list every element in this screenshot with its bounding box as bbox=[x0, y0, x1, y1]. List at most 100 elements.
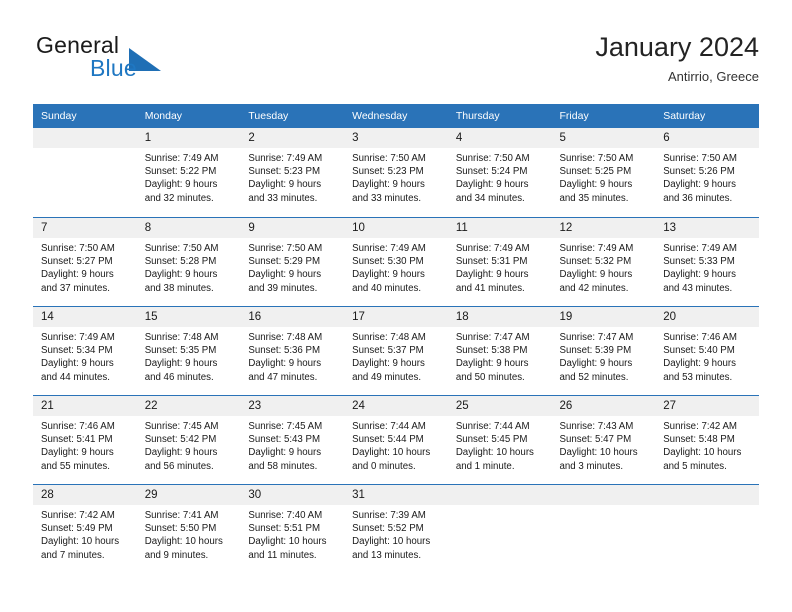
daylight-text-line2: and 46 minutes. bbox=[144, 371, 214, 383]
calendar-body: 1 Sunrise: 7:49 AM Sunset: 5:22 PM Daylight… bbox=[33, 128, 759, 573]
calendar-day[interactable]: 9 Sunrise: 7:50 AM Sunset: 5:29 PM Daylight… bbox=[240, 217, 345, 306]
calendar-day-cell[interactable]: 7 Sunrise: 7:50 AM Sunset: 5:27 PM Daylight… bbox=[33, 217, 137, 306]
daylight-text-line2: and 58 minutes. bbox=[248, 460, 318, 472]
calendar-day[interactable]: 17 Sunrise: 7:48 AM Sunset: 5:37 PM Dayligh… bbox=[344, 306, 448, 395]
calendar-day[interactable]: 3 Sunrise: 7:50 AM Sunset: 5:23 PM Daylight… bbox=[344, 128, 448, 217]
daylight-text-line1: Daylight: 10 hours bbox=[352, 536, 431, 548]
calendar-day[interactable]: 22 Sunrise: 7:45 AM Sunset: 5:42 PM Dayligh… bbox=[136, 395, 241, 484]
calendar-day-cell[interactable]: 26 Sunrise: 7:43 AM Sunset: 5:47 PM Dayligh… bbox=[551, 395, 656, 484]
calendar-day-cell[interactable]: 16 Sunrise: 7:48 AM Sunset: 5:36 PM Dayligh… bbox=[240, 306, 345, 395]
day-sun-info: Sunrise: 7:49 AM Sunset: 5:34 PM Daylight:… bbox=[33, 327, 137, 384]
daylight-text-line1: Daylight: 9 hours bbox=[455, 358, 529, 370]
sunrise-text: Sunrise: 7:44 AM bbox=[352, 421, 426, 432]
day-number: 5 bbox=[551, 128, 656, 148]
calendar-day[interactable]: 28 Sunrise: 7:42 AM Sunset: 5:49 PM Dayligh… bbox=[33, 484, 137, 573]
calendar-day[interactable]: 8 Sunrise: 7:50 AM Sunset: 5:28 PM Daylight… bbox=[136, 217, 241, 306]
calendar-day-cell[interactable]: 5 Sunrise: 7:50 AM Sunset: 5:25 PM Daylight… bbox=[551, 128, 656, 217]
calendar-day[interactable]: 13 Sunrise: 7:49 AM Sunset: 5:33 PM Dayligh… bbox=[655, 217, 759, 306]
calendar-day-cell[interactable]: 23 Sunrise: 7:45 AM Sunset: 5:43 PM Dayligh… bbox=[240, 395, 345, 484]
daylight-text-line2: and 50 minutes. bbox=[455, 371, 525, 383]
calendar-day-cell[interactable] bbox=[551, 484, 656, 573]
daylight-text-line2: and 7 minutes. bbox=[41, 549, 105, 561]
day-number bbox=[447, 485, 552, 505]
calendar-day-cell[interactable] bbox=[447, 484, 552, 573]
calendar-day[interactable]: 20 Sunrise: 7:46 AM Sunset: 5:40 PM Dayligh… bbox=[655, 306, 759, 395]
day-sun-info: Sunrise: 7:50 AM Sunset: 5:25 PM Daylight:… bbox=[552, 148, 656, 205]
calendar-day-cell[interactable]: 18 Sunrise: 7:47 AM Sunset: 5:38 PM Dayligh… bbox=[447, 306, 552, 395]
daylight-text-line2: and 33 minutes. bbox=[352, 192, 422, 204]
calendar-day-cell[interactable]: 8 Sunrise: 7:50 AM Sunset: 5:28 PM Daylight… bbox=[136, 217, 241, 306]
calendar-day[interactable]: 14 Sunrise: 7:49 AM Sunset: 5:34 PM Dayligh… bbox=[33, 306, 137, 395]
calendar-day[interactable]: 25 Sunrise: 7:44 AM Sunset: 5:45 PM Dayligh… bbox=[447, 395, 552, 484]
calendar-day-cell[interactable]: 22 Sunrise: 7:45 AM Sunset: 5:42 PM Dayligh… bbox=[136, 395, 241, 484]
daylight-text-line1: Daylight: 9 hours bbox=[144, 269, 218, 281]
calendar-day-cell[interactable]: 31 Sunrise: 7:39 AM Sunset: 5:52 PM Dayligh… bbox=[344, 484, 448, 573]
calendar-day[interactable]: 4 Sunrise: 7:50 AM Sunset: 5:24 PM Daylight… bbox=[447, 128, 552, 217]
calendar-day-cell[interactable]: 24 Sunrise: 7:44 AM Sunset: 5:44 PM Dayligh… bbox=[344, 395, 448, 484]
calendar-day[interactable]: 12 Sunrise: 7:49 AM Sunset: 5:32 PM Dayligh… bbox=[551, 217, 656, 306]
calendar-day-cell[interactable] bbox=[33, 128, 137, 217]
calendar-day-cell[interactable]: 3 Sunrise: 7:50 AM Sunset: 5:23 PM Daylight… bbox=[344, 128, 448, 217]
calendar-day[interactable]: 15 Sunrise: 7:48 AM Sunset: 5:35 PM Dayligh… bbox=[136, 306, 241, 395]
calendar-day-cell[interactable]: 25 Sunrise: 7:44 AM Sunset: 5:45 PM Dayligh… bbox=[447, 395, 552, 484]
calendar-day-cell[interactable]: 27 Sunrise: 7:42 AM Sunset: 5:48 PM Dayligh… bbox=[655, 395, 759, 484]
sunset-text: Sunset: 5:29 PM bbox=[248, 256, 321, 268]
location-subtitle: Antirrio, Greece bbox=[667, 69, 759, 84]
calendar-day[interactable]: 2 Sunrise: 7:49 AM Sunset: 5:23 PM Daylight… bbox=[240, 128, 345, 217]
title-block: January 2024 Antirrio, Greece bbox=[595, 30, 759, 87]
day-number: 21 bbox=[33, 396, 137, 416]
daylight-text-line1: Daylight: 9 hours bbox=[352, 269, 425, 281]
calendar-day-cell[interactable]: 15 Sunrise: 7:48 AM Sunset: 5:35 PM Dayligh… bbox=[136, 306, 241, 395]
calendar-day-cell[interactable]: 2 Sunrise: 7:49 AM Sunset: 5:23 PM Daylight… bbox=[240, 128, 345, 217]
day-sun-info: Sunrise: 7:49 AM Sunset: 5:33 PM Daylight:… bbox=[655, 238, 759, 295]
calendar-day-cell[interactable]: 29 Sunrise: 7:41 AM Sunset: 5:50 PM Dayligh… bbox=[136, 484, 241, 573]
calendar-day[interactable]: 27 Sunrise: 7:42 AM Sunset: 5:48 PM Dayligh… bbox=[655, 395, 759, 484]
day-sun-info: Sunrise: 7:50 AM Sunset: 5:29 PM Daylight:… bbox=[240, 238, 344, 295]
calendar-day[interactable]: 1 Sunrise: 7:49 AM Sunset: 5:22 PM Daylight… bbox=[136, 128, 241, 217]
calendar-day-cell[interactable]: 14 Sunrise: 7:49 AM Sunset: 5:34 PM Dayligh… bbox=[33, 306, 137, 395]
calendar-day[interactable]: 10 Sunrise: 7:49 AM Sunset: 5:30 PM Dayligh… bbox=[344, 217, 448, 306]
weekday-header-sunday: Sunday bbox=[33, 104, 137, 128]
day-number: 13 bbox=[655, 218, 759, 238]
sunset-text: Sunset: 5:50 PM bbox=[144, 523, 217, 535]
calendar-day[interactable]: 16 Sunrise: 7:48 AM Sunset: 5:36 PM Dayligh… bbox=[240, 306, 345, 395]
day-number: 4 bbox=[447, 128, 552, 148]
calendar-day-cell[interactable]: 30 Sunrise: 7:40 AM Sunset: 5:51 PM Dayligh… bbox=[240, 484, 345, 573]
daylight-text-line2: and 35 minutes. bbox=[559, 192, 629, 204]
calendar-day[interactable]: 31 Sunrise: 7:39 AM Sunset: 5:52 PM Dayligh… bbox=[344, 484, 448, 573]
calendar-day-cell[interactable]: 13 Sunrise: 7:49 AM Sunset: 5:33 PM Dayligh… bbox=[655, 217, 759, 306]
calendar-day-cell[interactable]: 28 Sunrise: 7:42 AM Sunset: 5:49 PM Dayligh… bbox=[33, 484, 137, 573]
calendar-day[interactable]: 29 Sunrise: 7:41 AM Sunset: 5:50 PM Dayligh… bbox=[136, 484, 241, 573]
sunrise-text: Sunrise: 7:43 AM bbox=[559, 421, 634, 432]
calendar-day-cell[interactable]: 19 Sunrise: 7:47 AM Sunset: 5:39 PM Dayligh… bbox=[551, 306, 656, 395]
calendar-day[interactable]: 7 Sunrise: 7:50 AM Sunset: 5:27 PM Daylight… bbox=[33, 217, 137, 306]
calendar-day[interactable]: 18 Sunrise: 7:47 AM Sunset: 5:38 PM Dayligh… bbox=[447, 306, 552, 395]
calendar-day-cell[interactable] bbox=[655, 484, 759, 573]
calendar-day[interactable]: 19 Sunrise: 7:47 AM Sunset: 5:39 PM Dayligh… bbox=[551, 306, 656, 395]
calendar-day-cell[interactable]: 12 Sunrise: 7:49 AM Sunset: 5:32 PM Dayligh… bbox=[551, 217, 656, 306]
brand-logo[interactable]: General Blue bbox=[33, 30, 253, 92]
calendar-day[interactable]: 6 Sunrise: 7:50 AM Sunset: 5:26 PM Daylight… bbox=[655, 128, 759, 217]
calendar-day[interactable]: 23 Sunrise: 7:45 AM Sunset: 5:43 PM Dayligh… bbox=[240, 395, 345, 484]
calendar-day[interactable]: 11 Sunrise: 7:49 AM Sunset: 5:31 PM Dayligh… bbox=[447, 217, 552, 306]
calendar-day-cell[interactable]: 20 Sunrise: 7:46 AM Sunset: 5:40 PM Dayligh… bbox=[655, 306, 759, 395]
calendar-day-cell[interactable]: 1 Sunrise: 7:49 AM Sunset: 5:22 PM Daylight… bbox=[136, 128, 241, 217]
calendar-day[interactable]: 30 Sunrise: 7:40 AM Sunset: 5:51 PM Dayligh… bbox=[240, 484, 345, 573]
daylight-text-line1: Daylight: 9 hours bbox=[144, 358, 218, 370]
calendar-day[interactable]: 26 Sunrise: 7:43 AM Sunset: 5:47 PM Dayligh… bbox=[551, 395, 656, 484]
sunset-text: Sunset: 5:23 PM bbox=[248, 166, 321, 178]
calendar-day-cell[interactable]: 10 Sunrise: 7:49 AM Sunset: 5:30 PM Dayligh… bbox=[344, 217, 448, 306]
daylight-text-line2: and 44 minutes. bbox=[41, 371, 110, 383]
calendar-day-cell[interactable]: 11 Sunrise: 7:49 AM Sunset: 5:31 PM Dayligh… bbox=[447, 217, 552, 306]
sunrise-text: Sunrise: 7:49 AM bbox=[248, 153, 323, 164]
daylight-text-line1: Daylight: 9 hours bbox=[41, 358, 114, 370]
calendar-day-cell[interactable]: 17 Sunrise: 7:48 AM Sunset: 5:37 PM Dayligh… bbox=[344, 306, 448, 395]
calendar-day-cell[interactable]: 9 Sunrise: 7:50 AM Sunset: 5:29 PM Daylight… bbox=[240, 217, 345, 306]
calendar-day-cell[interactable]: 21 Sunrise: 7:46 AM Sunset: 5:41 PM Dayligh… bbox=[33, 395, 137, 484]
calendar-day[interactable]: 5 Sunrise: 7:50 AM Sunset: 5:25 PM Daylight… bbox=[551, 128, 656, 217]
calendar-day[interactable]: 24 Sunrise: 7:44 AM Sunset: 5:44 PM Dayligh… bbox=[344, 395, 448, 484]
day-sun-info: Sunrise: 7:49 AM Sunset: 5:22 PM Daylight:… bbox=[137, 148, 241, 205]
calendar-day-cell[interactable]: 6 Sunrise: 7:50 AM Sunset: 5:26 PM Daylight… bbox=[655, 128, 759, 217]
calendar-day[interactable]: 21 Sunrise: 7:46 AM Sunset: 5:41 PM Dayligh… bbox=[33, 395, 137, 484]
calendar-day-cell[interactable]: 4 Sunrise: 7:50 AM Sunset: 5:24 PM Daylight… bbox=[447, 128, 552, 217]
